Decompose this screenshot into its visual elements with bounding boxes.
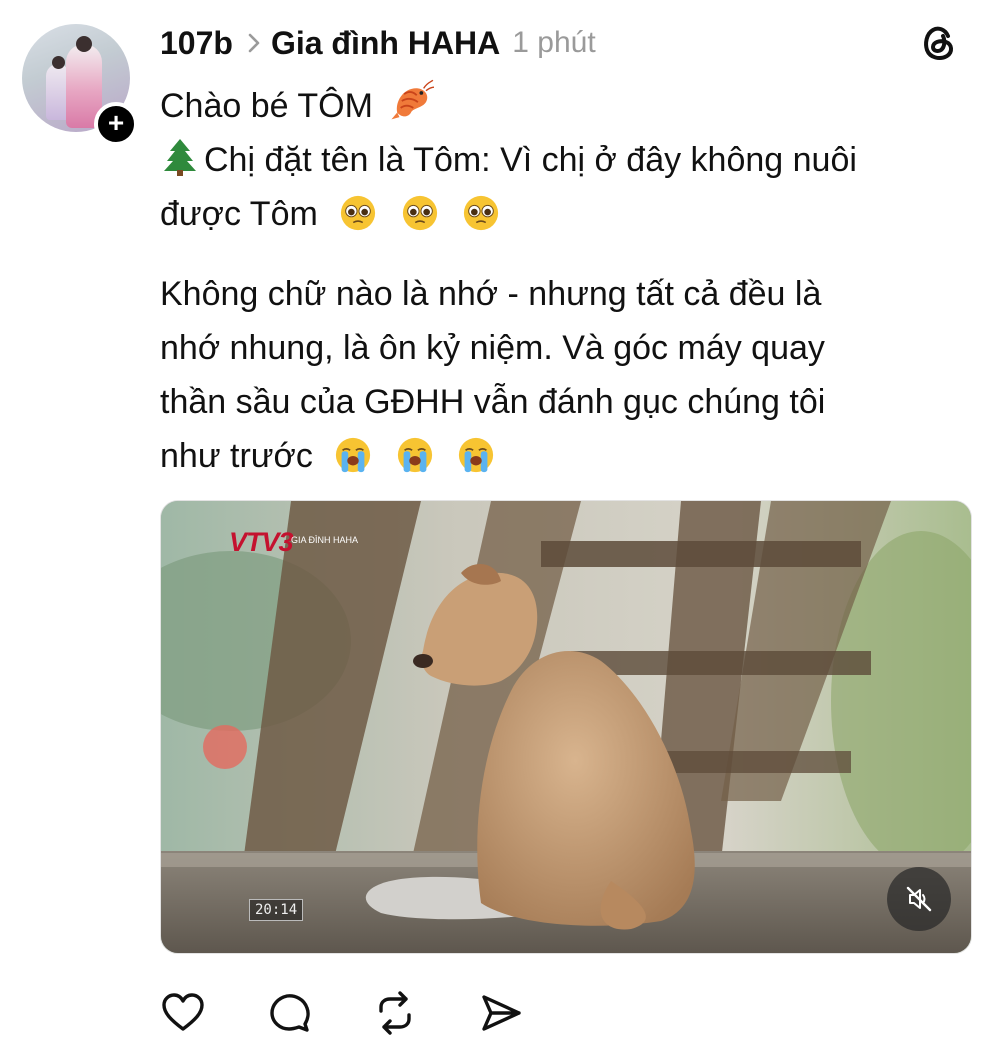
loudly-crying-face-icon xyxy=(336,437,371,473)
post-line-6: thần sầu của GĐHH vẫn đánh gục chúng tôi xyxy=(160,383,826,421)
video-timestamp: 20:14 xyxy=(249,899,304,921)
shrimp-icon xyxy=(391,79,435,120)
share-button[interactable] xyxy=(478,990,524,1036)
follow-button[interactable]: + xyxy=(94,102,138,146)
pleading-face-icon xyxy=(402,195,437,231)
greeting-text: Chào bé TÔM xyxy=(160,87,373,125)
channel-program-name: GIA ĐÌNH HAHA xyxy=(291,535,359,545)
avatar-figure-child-head xyxy=(52,56,65,69)
post-text-line: được Tôm xyxy=(160,195,318,233)
pleading-face-icon xyxy=(464,195,499,231)
post-header: 107b Gia đình HAHA 1 phút xyxy=(160,20,596,66)
channel-logo: VTV3 xyxy=(229,527,294,557)
avatar-figure-woman-head xyxy=(76,36,92,52)
post-actions xyxy=(160,990,584,1036)
heart-icon xyxy=(162,993,204,1031)
comment-bubble-icon xyxy=(270,994,310,1032)
comment-button[interactable] xyxy=(266,990,312,1036)
post-text-line: như trước xyxy=(160,437,313,475)
chevron-right-icon xyxy=(247,32,261,54)
video-frame-dog-under-stairs xyxy=(161,501,971,953)
send-icon xyxy=(482,995,521,1031)
username[interactable]: 107b xyxy=(160,25,233,62)
like-button[interactable] xyxy=(160,990,206,1036)
post-line-3: được Tôm xyxy=(160,187,970,241)
plus-icon: + xyxy=(107,107,125,138)
loudly-crying-face-icon xyxy=(397,437,432,473)
post-line-4: Không chữ nào là nhớ - nhưng tất cả đều … xyxy=(160,275,822,313)
post-line-greeting: Chào bé TÔM xyxy=(160,78,970,133)
post-line-5: nhớ nhung, là ôn kỷ niệm. Và góc máy qua… xyxy=(160,329,825,367)
post-body: Chào bé TÔM Chị đặt tên là Tôm: Vì chị ở… xyxy=(160,78,970,483)
loudly-crying-face-icon xyxy=(459,437,494,473)
repost-icon xyxy=(379,991,411,1035)
post-time: 1 phút xyxy=(512,26,596,59)
mute-toggle-button[interactable] xyxy=(887,867,951,931)
post-line-7: như trước xyxy=(160,429,970,483)
threads-logo-icon[interactable] xyxy=(918,22,960,64)
post-text-line: Chị đặt tên là Tôm: Vì chị ở đây không n… xyxy=(204,141,857,179)
community-name[interactable]: Gia đình HAHA xyxy=(271,25,500,62)
author-avatar-container[interactable]: + xyxy=(22,24,138,146)
video-player[interactable]: VTV3 GIA ĐÌNH HAHA 20:14 xyxy=(160,500,972,954)
pleading-face-icon xyxy=(341,195,376,231)
post-line-2: Chị đặt tên là Tôm: Vì chị ở đây không n… xyxy=(160,133,970,187)
repost-button[interactable] xyxy=(372,990,418,1036)
evergreen-tree-icon xyxy=(164,139,196,176)
speaker-muted-icon xyxy=(906,886,932,912)
